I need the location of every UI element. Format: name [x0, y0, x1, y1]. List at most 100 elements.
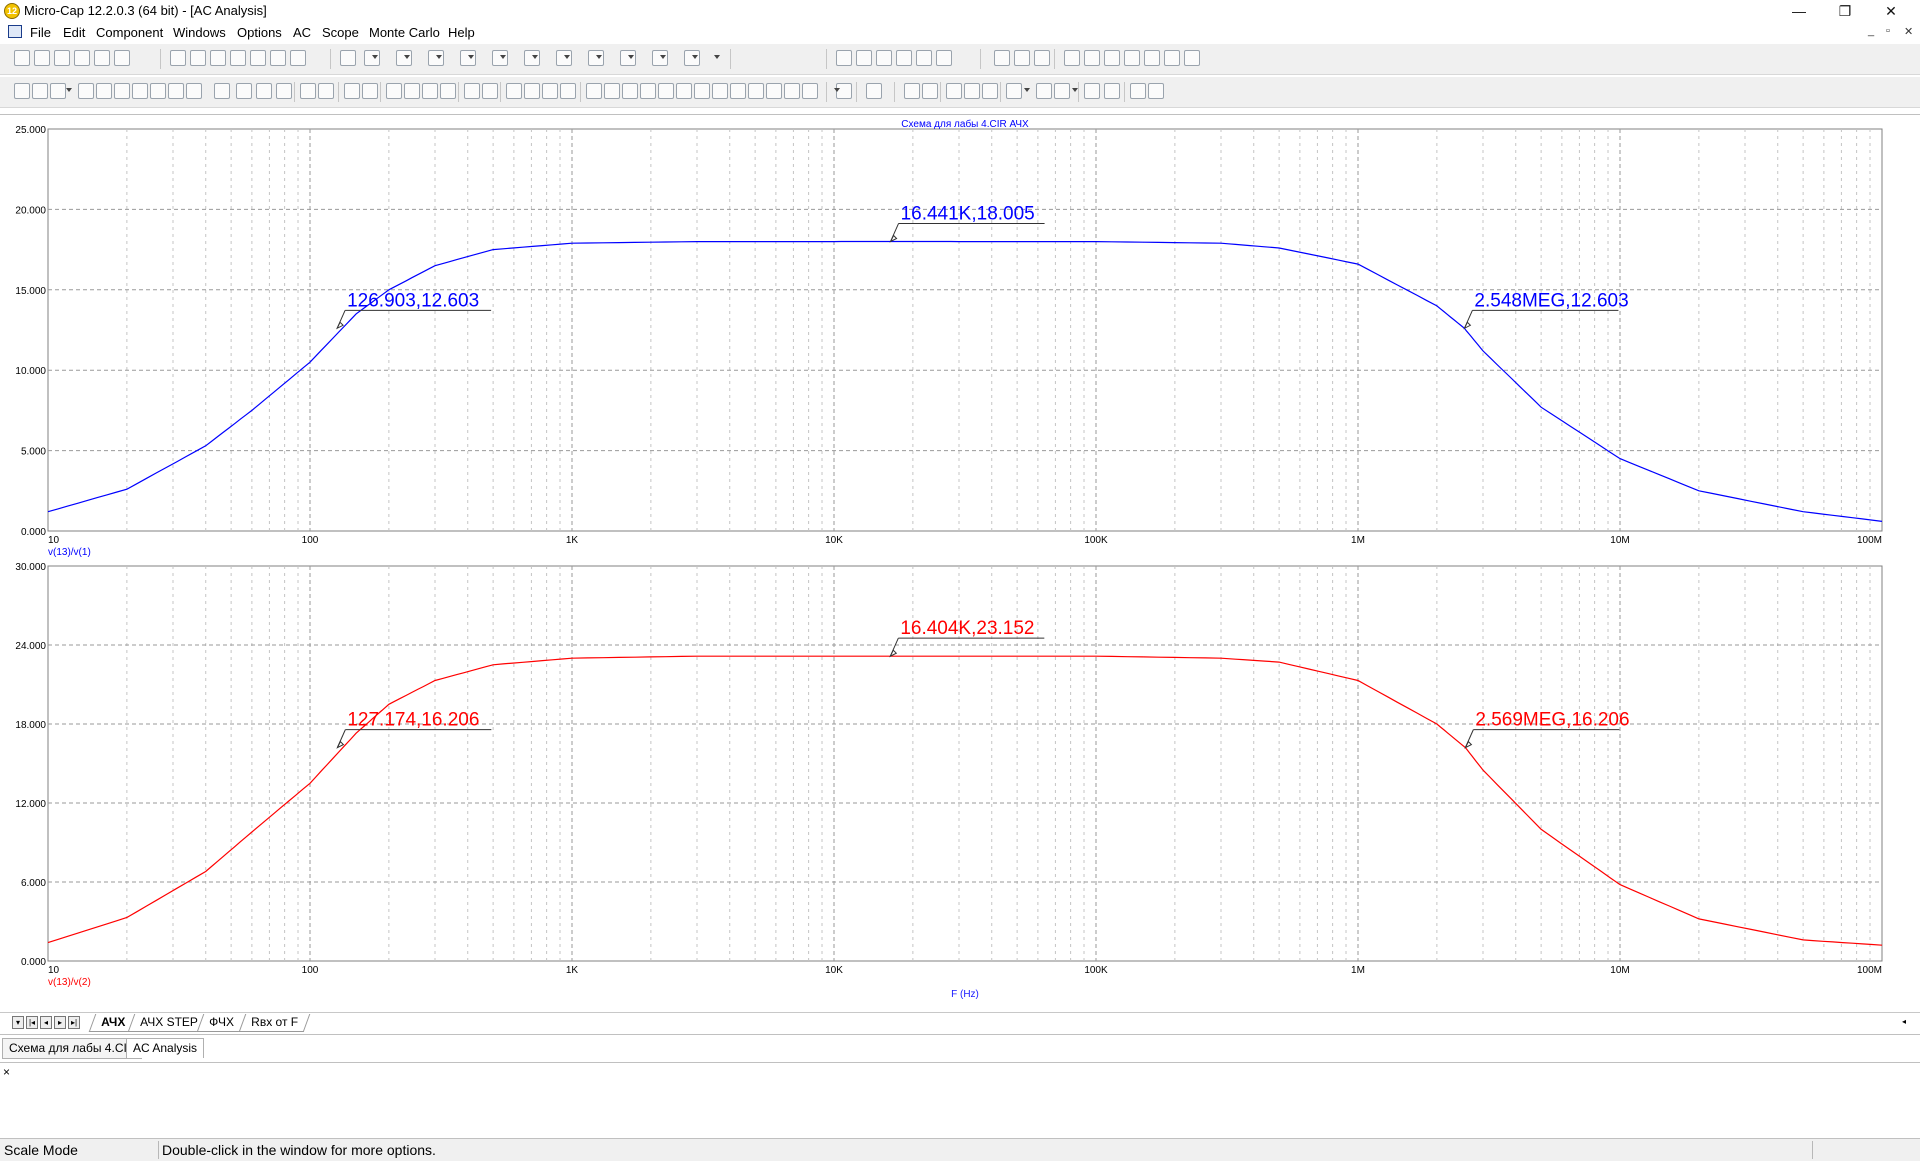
pointer-icon[interactable]	[904, 83, 920, 99]
plot-window-icon[interactable]	[1164, 50, 1180, 66]
menu-edit[interactable]: Edit	[63, 25, 85, 40]
ground-icon[interactable]	[340, 50, 356, 66]
paste-icon[interactable]	[250, 50, 266, 66]
print-icon[interactable]	[114, 50, 130, 66]
run-table-icon[interactable]	[1084, 50, 1100, 66]
micro-cap-logo-icon[interactable]: 12	[4, 3, 20, 19]
restore-button[interactable]: ❐	[1822, 0, 1868, 22]
cursor-mode-icon[interactable]	[96, 83, 112, 99]
zoom-plus-icon[interactable]	[946, 83, 962, 99]
mdi-restore-button[interactable]: ▫	[1886, 25, 1890, 37]
zoom-x-icon[interactable]	[386, 83, 402, 99]
doc-tab-schematic[interactable]: Схема для лабы 4.CIR	[2, 1038, 143, 1059]
output-window-icon[interactable]	[1104, 50, 1120, 66]
select-mode-icon[interactable]	[14, 83, 30, 99]
copy-plot-icon[interactable]	[1084, 83, 1100, 99]
tab-rvh[interactable]: Rвх от F	[238, 1014, 311, 1032]
zoom-xy-icon[interactable]	[422, 83, 438, 99]
zoom-menu-icon[interactable]	[50, 83, 66, 99]
point-tag-icon[interactable]	[114, 83, 130, 99]
output-pane[interactable]: ×	[0, 1062, 1920, 1139]
menu-scope[interactable]: Scope	[322, 25, 359, 40]
maximize-icon[interactable]	[916, 50, 932, 66]
document-icon[interactable]	[8, 25, 22, 38]
tab-first-button[interactable]: |◂	[26, 1016, 38, 1029]
minimize-button[interactable]: —	[1776, 0, 1822, 22]
point-tag-label[interactable]: 127.174,16.206	[347, 710, 479, 731]
pause-icon[interactable]	[276, 83, 292, 99]
horizontal-tag-icon[interactable]	[132, 83, 148, 99]
h-scroll-arrow-icon[interactable]: ◂	[1898, 1016, 1910, 1029]
paste-plot-icon[interactable]	[1104, 83, 1120, 99]
go-left-icon[interactable]	[604, 83, 620, 99]
data-points-icon[interactable]	[464, 83, 480, 99]
high-icon[interactable]	[676, 83, 692, 99]
chevron-down-icon[interactable]	[692, 55, 698, 59]
chevron-down-icon[interactable]	[660, 55, 666, 59]
chevron-down-icon[interactable]	[468, 55, 474, 59]
zoom-minus-icon[interactable]	[964, 83, 980, 99]
print-preview-icon[interactable]	[94, 50, 110, 66]
delete-icon[interactable]	[270, 50, 286, 66]
tab-prev-button[interactable]: ◂	[40, 1016, 52, 1029]
menu-file[interactable]: File	[30, 25, 51, 40]
tab-menu-button[interactable]: ▾	[12, 1016, 24, 1029]
menu-help[interactable]: Help	[448, 25, 475, 40]
point-tag-label[interactable]: 2.569MEG,16.206	[1475, 710, 1629, 731]
align-v-icon[interactable]	[1130, 83, 1146, 99]
series-expression-label[interactable]: v(13)/v(2)	[48, 977, 91, 988]
top-icon[interactable]	[766, 83, 782, 99]
zoom-all-icon[interactable]	[560, 83, 576, 99]
pan-icon[interactable]	[32, 83, 48, 99]
menu-options[interactable]: Options	[237, 25, 282, 40]
zoom-y-icon[interactable]	[404, 83, 420, 99]
tile-v-icon[interactable]	[856, 50, 872, 66]
global-low-icon[interactable]	[748, 83, 764, 99]
arrange-icon[interactable]	[896, 50, 912, 66]
globe-icon[interactable]	[1034, 50, 1050, 66]
chevron-down-icon[interactable]	[500, 55, 506, 59]
zoom-in-icon[interactable]	[506, 83, 522, 99]
chevron-down-icon[interactable]	[1072, 88, 1078, 92]
text-mode-icon[interactable]	[186, 83, 202, 99]
probe-window-icon[interactable]	[1144, 50, 1160, 66]
chevron-down-icon[interactable]	[66, 88, 72, 92]
stop-icon[interactable]	[256, 83, 272, 99]
chevron-down-icon[interactable]	[834, 88, 840, 92]
plot-canvas[interactable]: 25.00020.00015.00010.0005.0000.00010 100 1…	[0, 115, 1920, 1013]
bottom-icon[interactable]	[784, 83, 800, 99]
zoom-fit-icon[interactable]	[440, 83, 456, 99]
peak-icon[interactable]	[640, 83, 656, 99]
grid-toggle-icon[interactable]	[922, 83, 938, 99]
tile-icon[interactable]	[1006, 83, 1022, 99]
inflection-icon[interactable]	[712, 83, 728, 99]
open-icon[interactable]	[34, 50, 50, 66]
point-tag-label[interactable]: 126.903,12.603	[347, 290, 479, 311]
step-back-icon[interactable]	[318, 83, 334, 99]
calculator-icon[interactable]	[936, 50, 952, 66]
cut-icon[interactable]	[210, 50, 226, 66]
cascade-icon[interactable]	[836, 50, 852, 66]
point-tag-label[interactable]: 2.548MEG,12.603	[1474, 290, 1628, 311]
tile-h-icon[interactable]	[876, 50, 892, 66]
save-icon[interactable]	[54, 50, 70, 66]
mdi-close-button[interactable]: ✕	[1904, 25, 1913, 38]
chevron-down-icon[interactable]	[532, 55, 538, 59]
font-icon[interactable]	[1036, 83, 1052, 99]
chevron-down-icon[interactable]	[714, 55, 720, 59]
vertical-tag-icon[interactable]	[150, 83, 166, 99]
point-tag-label[interactable]: 16.441K,18.005	[901, 203, 1035, 224]
menu-windows[interactable]: Windows	[173, 25, 226, 40]
tokens-icon[interactable]	[482, 83, 498, 99]
auto-scale-icon[interactable]	[344, 83, 360, 99]
zoom-region-icon[interactable]	[542, 83, 558, 99]
performance-icon[interactable]	[1184, 50, 1200, 66]
select-all-icon[interactable]	[290, 50, 306, 66]
valley-icon[interactable]	[658, 83, 674, 99]
chevron-down-icon[interactable]	[372, 55, 378, 59]
menu-monte-carlo[interactable]: Monte Carlo	[369, 25, 440, 40]
step-forward-icon[interactable]	[300, 83, 316, 99]
restore-limits-icon[interactable]	[362, 83, 378, 99]
zoom-out-icon[interactable]	[524, 83, 540, 99]
plot-properties-icon[interactable]	[866, 83, 882, 99]
